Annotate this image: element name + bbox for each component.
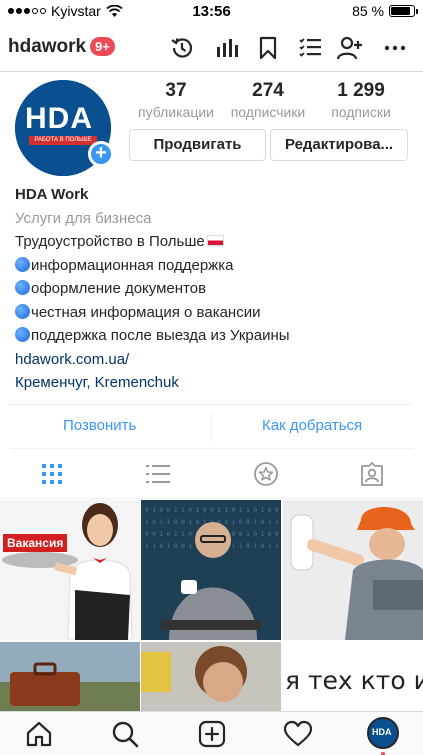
stat-followers-label: подписчики [230,104,306,120]
stat-followers-value: 274 [252,80,284,101]
bio-line: Трудоустройство в Польше [15,230,410,254]
bottom-navigation: HDA [0,711,423,755]
edit-profile-button[interactable]: Редактирова... [270,129,408,161]
vacancy-label: Вакансия [3,534,68,552]
search-icon[interactable] [110,719,140,749]
bio-bullet-text: информационная поддержка [31,256,234,274]
battery-percent: 85 % [352,3,384,19]
notification-badge[interactable]: 9+ [90,37,115,56]
saved-bookmark-icon[interactable] [254,34,282,62]
stat-posts-value: 37 [165,80,187,101]
profile-display-name: HDA Work [15,186,89,203]
bio-bullet-text: оформление документов [31,280,207,297]
blue-circle-icon [15,303,30,319]
stat-following-label: подписки [331,104,391,120]
profile-tab-avatar-text: HDA [372,727,392,737]
avatar-logo-text: HDA [25,102,93,135]
stat-following[interactable]: 1 299 подписки [313,80,409,120]
website-link[interactable]: hdawork.com.ua/ [15,348,410,372]
contact-buttons-row: Позвонить Как добраться [10,404,413,449]
tab-grid-view-icon[interactable] [39,461,65,487]
home-icon[interactable] [24,719,54,749]
status-bar: Kyivstar 13:56 85 % [0,0,423,24]
profile-bio: HDA Work Услуги для бизнеса Трудоустройс… [15,183,410,395]
svg-text:0 1 0 0 1 1 0 1 0 0 1 1 0 1 1: 0 1 0 0 1 1 0 1 0 0 1 1 0 1 1 0 1 0 0 1 [145,507,281,514]
battery-group: 85 % [352,3,418,19]
avatar-strip-text: РАБОТА В ПОЛЬШЕ [29,136,97,145]
add-person-icon[interactable] [336,34,364,62]
stat-posts[interactable]: 37 публикации [128,80,224,120]
stat-followers[interactable]: 274 подписчики [220,80,316,120]
post-text: я тех кто и [285,666,423,695]
location-link[interactable]: Кременчуг, Kremenchuk [15,371,410,395]
blue-circle-icon [15,280,30,295]
top-navigation: hdawork 9+ [0,24,423,72]
post-thumbnail[interactable]: Вакансия [0,500,140,640]
post-thumbnail[interactable] [283,500,423,640]
contact-divider [211,413,212,442]
poland-flag-icon [206,235,224,246]
post-thumbnail[interactable]: я тех кто и [283,642,423,711]
blue-circle-icon [15,327,30,342]
add-story-plus-icon[interactable]: + [88,141,114,167]
blue-circle-icon [15,256,30,272]
call-button[interactable]: Позвонить [63,417,136,434]
tab-list-view-icon[interactable] [145,461,171,487]
posts-grid: Вакансия 0 1 0 0 1 1 0 1 0 0 1 1 0 1 1 0… [0,500,423,711]
programmer-photo: 0 1 0 0 1 1 0 1 0 0 1 1 0 1 1 0 1 0 0 1 … [141,500,281,640]
profile-category: Услуги для бизнеса [15,209,152,227]
bio-line-text: Трудоустройство в Польше [15,233,205,250]
bio-bullet-item: поддержка после выезда из Украины [15,324,410,348]
tab-tagged-photos-icon[interactable] [359,461,385,487]
bio-bullet-item: информационная поддержка [15,254,410,278]
insights-chart-icon[interactable] [212,34,240,62]
new-post-plus-icon[interactable] [197,719,227,749]
post-thumbnail[interactable]: 0 1 0 0 1 1 0 1 0 0 1 1 0 1 1 0 1 0 0 1 … [141,500,281,640]
painter-worker-photo [283,500,423,640]
tab-guides-star-icon[interactable] [253,461,279,487]
bio-bullet-text: честная информация о вакансии [31,303,261,321]
archive-history-icon[interactable] [168,34,196,62]
profile-tab-avatar[interactable]: HDA [367,717,399,749]
bio-bullet-text: поддержка после выезда из Украины [31,327,290,344]
stat-following-value: 1 299 [337,80,385,101]
promote-button[interactable]: Продвигать [129,129,266,161]
battery-icon [389,5,418,17]
directions-button[interactable]: Как добраться [262,417,362,434]
suitcase-photo [0,642,140,711]
stat-posts-label: публикации [138,104,214,120]
post-thumbnail[interactable] [141,642,281,711]
factory-worker-photo [141,642,281,711]
waitress-photo [2,503,133,640]
profile-username[interactable]: hdawork [8,36,86,58]
bio-bullet-item: оформление документов [15,277,410,301]
activity-heart-icon[interactable] [283,719,313,749]
profile-tabs [0,449,423,499]
close-friends-list-icon[interactable] [296,34,324,62]
more-options-icon[interactable] [381,34,409,62]
bio-bullet-item: честная информация о вакансии [15,301,410,325]
post-thumbnail[interactable] [0,642,140,711]
